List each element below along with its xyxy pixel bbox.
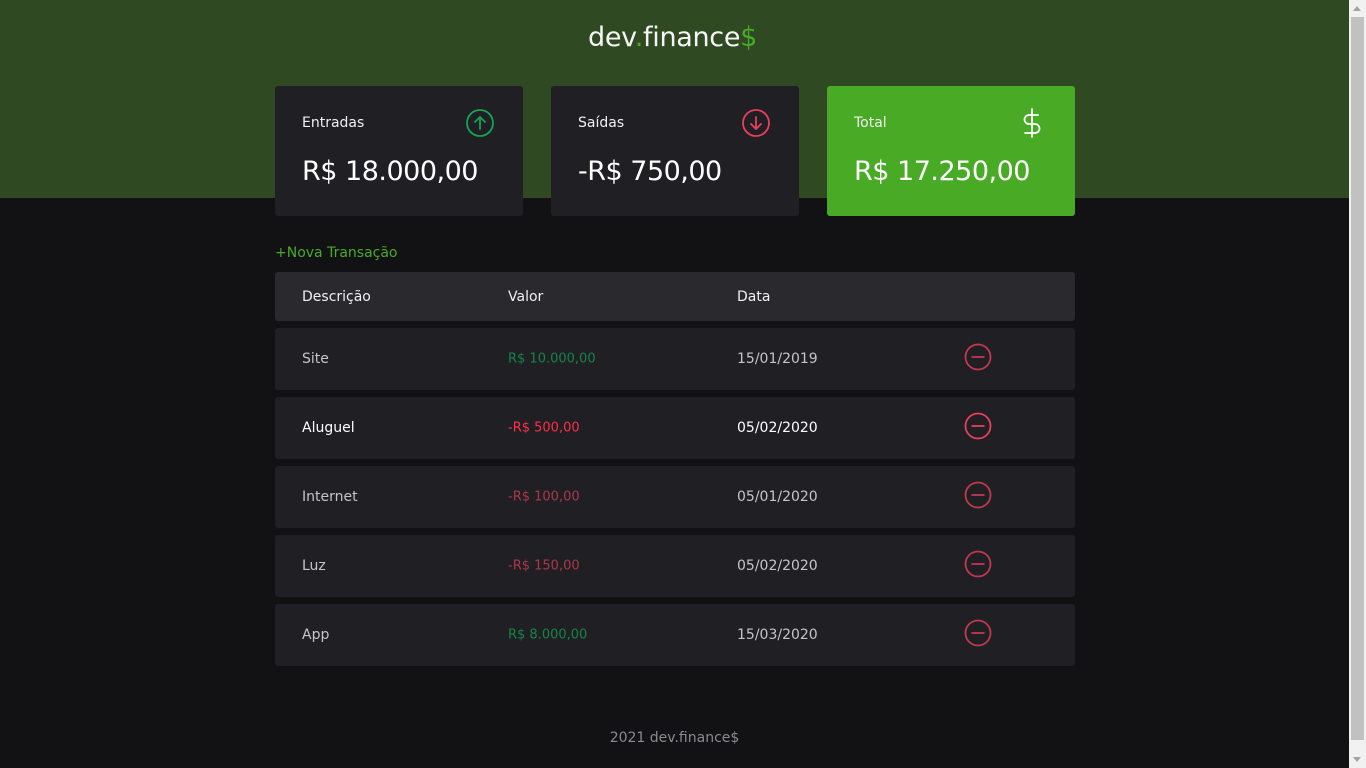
row-description: Aluguel [302,420,355,436]
income-value: R$ 18.000,00 [302,156,478,187]
expense-value: -R$ 750,00 [578,156,722,187]
scrollbar-thumb[interactable] [1351,17,1364,740]
remove-transaction-icon[interactable] [963,342,993,372]
logo-text-dev: dev [588,22,635,53]
dollar-sign-icon [1023,108,1041,138]
logo-text-finance: finance [643,22,741,53]
row-description: Luz [302,558,326,574]
vertical-scrollbar[interactable] [1349,0,1366,768]
table-row: App R$ 8.000,00 15/03/2020 [275,604,1075,666]
row-amount: R$ 10.000,00 [508,351,596,367]
row-description: App [302,627,330,643]
logo-dollar: $ [740,22,758,53]
table-row: Site R$ 10.000,00 15/01/2019 [275,328,1075,390]
row-description: Internet [302,489,358,505]
scroll-down-arrow-icon[interactable] [1353,757,1361,762]
balance-section: Entradas R$ 18.000,00 Saídas -R$ 750,00 … [275,86,1075,216]
arrow-up-circle-icon [466,109,494,137]
logo-dot: . [634,22,644,53]
scroll-up-arrow-icon[interactable] [1353,6,1361,11]
row-amount: -R$ 500,00 [508,420,580,436]
header-date: Data [737,288,771,305]
table-row: Aluguel -R$ 500,00 05/02/2020 [275,397,1075,459]
row-date: 05/01/2020 [737,489,818,505]
row-date: 15/01/2019 [737,351,818,367]
row-amount: -R$ 100,00 [508,489,580,505]
table-row: Internet -R$ 100,00 05/01/2020 [275,466,1075,528]
total-card: Total R$ 17.250,00 [827,86,1075,216]
new-transaction-link[interactable]: +Nova Transação [275,245,398,261]
income-card: Entradas R$ 18.000,00 [275,86,523,216]
row-amount: -R$ 150,00 [508,558,580,574]
total-value: R$ 17.250,00 [854,156,1030,187]
total-label: Total [854,115,887,131]
remove-transaction-icon[interactable] [963,618,993,648]
expense-label: Saídas [578,115,625,131]
app-logo: dev.finance$ [588,22,757,53]
row-date: 15/03/2020 [737,627,818,643]
arrow-down-circle-icon [742,109,770,137]
table-header: Descrição Valor Data [275,272,1075,321]
remove-transaction-icon[interactable] [963,480,993,510]
row-date: 05/02/2020 [737,558,818,574]
remove-transaction-icon[interactable] [963,549,993,579]
expense-card: Saídas -R$ 750,00 [551,86,799,216]
footer: 2021 dev.finance$ [609,730,740,746]
header-description: Descrição [302,288,371,305]
remove-transaction-icon[interactable] [963,411,993,441]
row-description: Site [302,351,329,367]
table-row: Luz -R$ 150,00 05/02/2020 [275,535,1075,597]
row-date: 05/02/2020 [737,420,818,436]
row-amount: R$ 8.000,00 [508,627,588,643]
income-label: Entradas [302,115,365,131]
header-amount: Valor [508,288,544,305]
transactions-table: Descrição Valor Data Site R$ 10.000,00 1… [275,272,1075,666]
